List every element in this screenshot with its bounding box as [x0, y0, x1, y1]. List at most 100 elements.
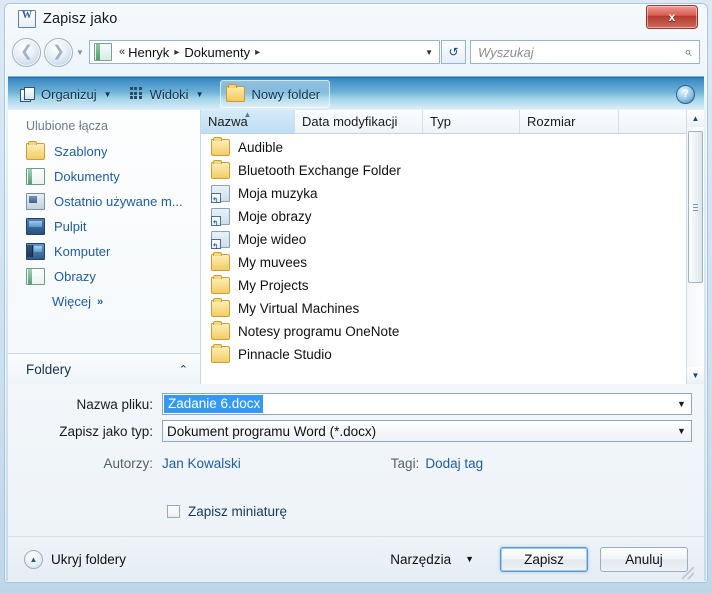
table-row[interactable]: Notesy programu OneNote: [201, 320, 704, 343]
cancel-button[interactable]: Anuluj: [600, 546, 688, 572]
folder-icon: [211, 137, 230, 156]
file-name: Bluetooth Exchange Folder: [238, 163, 401, 178]
table-row[interactable]: Moje wideo: [201, 228, 704, 251]
column-header-rozmiar[interactable]: Rozmiar: [520, 110, 619, 133]
table-row[interactable]: My muvees: [201, 251, 704, 274]
column-header-typ[interactable]: Typ: [423, 110, 520, 133]
back-arrow-icon[interactable]: ❮: [12, 37, 41, 67]
more-label: Więcej: [52, 294, 92, 309]
tools-label: Narzędzia: [390, 551, 452, 567]
scroll-up-icon[interactable]: ▲: [687, 110, 704, 127]
sidebar-item-label: Szablony: [54, 144, 108, 159]
tools-menu[interactable]: Narzędzia ▼: [390, 552, 474, 567]
breadcrumb-item-dokumenty[interactable]: Dokumenty: [184, 45, 250, 60]
filetype-value: Dokument programu Word (*.docx): [167, 423, 377, 439]
folder-icon: [211, 298, 230, 317]
search-input[interactable]: Wyszukaj ⌕: [470, 40, 700, 64]
organize-label: Organizuj: [41, 86, 97, 102]
help-icon[interactable]: ?: [676, 84, 695, 104]
history-dropdown-icon[interactable]: ▼: [73, 39, 87, 66]
sidebar-item-label: Pulpit: [54, 219, 87, 234]
filetype-select[interactable]: Dokument programu Word (*.docx) ▼: [162, 420, 692, 442]
chevron-down-icon[interactable]: ▼: [672, 426, 691, 436]
search-icon[interactable]: ⌕: [677, 44, 699, 60]
breadcrumb[interactable]: « Henryk ▸ Dokumenty ▸ ▼: [89, 40, 440, 64]
hide-folders-label: Ukryj foldery: [51, 551, 127, 567]
table-row[interactable]: Moje obrazy: [201, 205, 704, 228]
table-row[interactable]: Bluetooth Exchange Folder: [201, 159, 704, 182]
filename-input[interactable]: Zadanie 6.docx ▼: [162, 393, 692, 415]
sidebar-item-pulpit[interactable]: Pulpit: [8, 214, 200, 239]
organize-menu[interactable]: Organizuj ▼: [14, 82, 118, 106]
column-label: Nazwa: [208, 114, 248, 129]
table-row[interactable]: My Projects: [201, 274, 704, 297]
close-icon[interactable]: x: [646, 5, 698, 29]
views-menu[interactable]: Widoki ▼: [124, 82, 210, 106]
table-row[interactable]: Moja muzyka: [201, 182, 704, 205]
sidebar-item-szablony[interactable]: Szablony: [8, 139, 200, 164]
breadcrumb-separator[interactable]: ▸: [174, 47, 179, 58]
sort-ascending-icon: ▲: [243, 110, 252, 119]
file-name: Moje obrazy: [238, 209, 312, 224]
shortcut-icon: [211, 231, 230, 251]
sidebar-item-obrazy[interactable]: Obrazy: [8, 264, 200, 289]
column-headers: ▲ Nazwa Data modyfikacji Typ Rozmiar »: [201, 110, 704, 134]
column-header-data-modyfikacji[interactable]: Data modyfikacji: [295, 110, 423, 133]
resize-grip[interactable]: [682, 567, 694, 579]
scrollbar-track[interactable]: [687, 127, 704, 367]
chevron-down-icon[interactable]: ▼: [425, 48, 433, 57]
documents-icon: [26, 168, 45, 185]
authors-value[interactable]: Jan Kowalski: [162, 456, 241, 471]
folder-icon: [211, 321, 230, 340]
save-form: Nazwa pliku: Zadanie 6.docx ▼ Zapisz jak…: [8, 384, 704, 536]
breadcrumb-item-henryk[interactable]: Henryk: [128, 45, 169, 60]
file-list-pane: ▲ Nazwa Data modyfikacji Typ Rozmiar » A…: [201, 110, 704, 384]
table-row[interactable]: Audible: [201, 136, 704, 159]
table-row[interactable]: Pinnacle Studio: [201, 343, 704, 366]
filetype-label: Zapisz jako typ:: [59, 423, 153, 439]
refresh-icon[interactable]: ↺: [441, 40, 466, 64]
sidebar-more-button[interactable]: Więcej »: [8, 289, 200, 314]
file-name: Pinnacle Studio: [238, 347, 332, 362]
table-row[interactable]: My Virtual Machines: [201, 297, 704, 320]
sidebar-item-ostatnio-uzywane[interactable]: Ostatnio używane m...: [8, 189, 200, 214]
save-button[interactable]: Zapisz: [500, 546, 588, 572]
sidebar-item-dokumenty[interactable]: Dokumenty: [8, 164, 200, 189]
save-thumbnail-label[interactable]: Zapisz miniaturę: [188, 504, 287, 519]
computer-icon: [26, 243, 45, 260]
save-thumbnail-checkbox[interactable]: [167, 504, 180, 518]
favorites-sidebar: Ulubione łącza Szablony Dokumenty Ostatn…: [8, 110, 201, 384]
column-header-nazwa[interactable]: ▲ Nazwa: [201, 110, 295, 133]
file-list-scrollbar[interactable]: ▲ ▼: [686, 110, 704, 384]
tags-value[interactable]: Dodaj tag: [425, 456, 483, 471]
breadcrumb-overflow[interactable]: «: [119, 46, 125, 58]
chevron-down-icon: ▼: [465, 554, 474, 564]
hide-folders-button[interactable]: ▲ Ukryj foldery: [24, 549, 127, 569]
scroll-down-icon[interactable]: ▼: [687, 367, 704, 384]
browser-area: Ulubione łącza Szablony Dokumenty Ostatn…: [8, 110, 704, 385]
forward-arrow-icon[interactable]: ❯: [44, 37, 73, 67]
folder-icon: [211, 344, 230, 363]
chevron-down-icon[interactable]: ▼: [672, 399, 691, 409]
dialog-frame: Zapisz jako x ❮ ❯ ▼ « Henryk ▸ Dokumenty…: [0, 0, 712, 593]
sidebar-item-label: Ostatnio używane m...: [54, 194, 183, 209]
breadcrumb-separator-end[interactable]: ▸: [255, 47, 260, 58]
folder-icon: [211, 275, 230, 294]
authors-label: Autorzy:: [103, 455, 153, 471]
shortcut-icon: [211, 208, 230, 228]
folders-label: Foldery: [26, 361, 72, 377]
filetype-row: Zapisz jako typ: Dokument programu Word …: [8, 420, 704, 442]
scrollbar-thumb[interactable]: [688, 131, 703, 283]
new-folder-label: Nowy folder: [251, 86, 321, 102]
word-document-icon: [18, 10, 36, 28]
toolbar: Organizuj ▼ Widoki ▼ Nowy folder ?: [8, 76, 704, 111]
sidebar-item-komputer[interactable]: Komputer: [8, 239, 200, 264]
views-label: Widoki: [149, 86, 189, 102]
folders-expander[interactable]: Foldery ⌃: [8, 353, 200, 384]
column-label: Rozmiar: [527, 114, 576, 129]
filename-label: Nazwa pliku:: [76, 396, 153, 412]
title-bar[interactable]: Zapisz jako x: [6, 4, 706, 34]
filename-value: Zadanie 6.docx: [164, 395, 264, 413]
new-folder-button[interactable]: Nowy folder: [219, 80, 331, 108]
dialog-footer: ▲ Ukryj foldery Narzędzia ▼ Zapisz Anulu…: [8, 536, 704, 581]
